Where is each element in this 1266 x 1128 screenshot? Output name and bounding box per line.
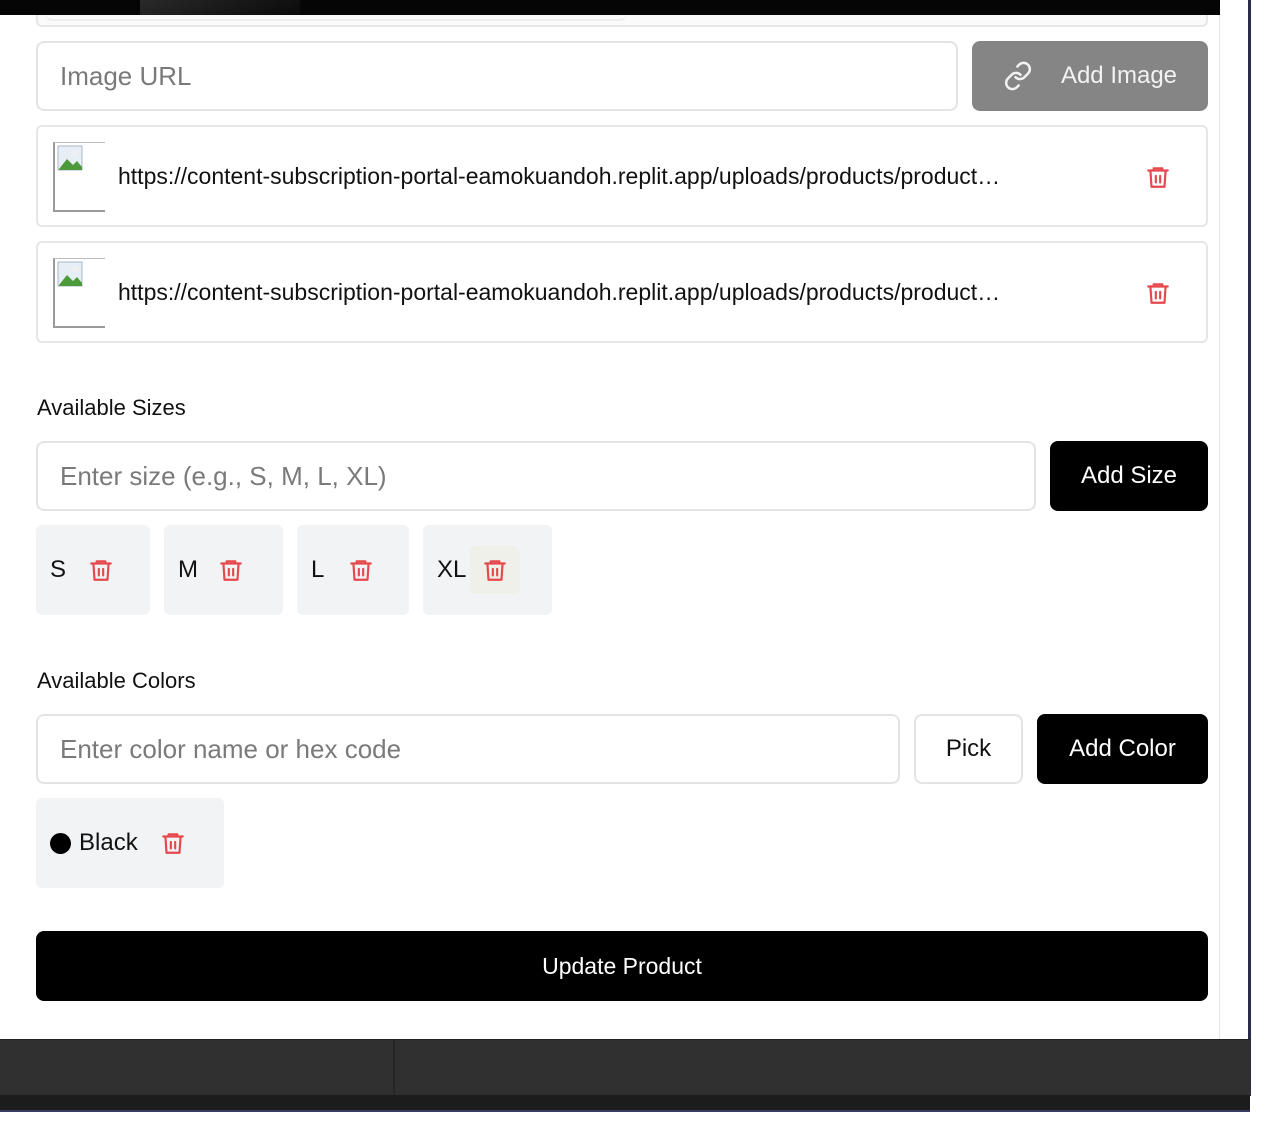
trash-icon <box>350 560 373 581</box>
delete-image-button[interactable] <box>1145 163 1171 191</box>
color-swatch <box>50 832 71 854</box>
trash-icon <box>1147 283 1169 304</box>
add-color-button[interactable]: Add Color <box>1037 714 1208 784</box>
broken-image-icon <box>53 258 105 328</box>
size-chip: M <box>164 525 283 615</box>
delete-size-button[interactable] <box>218 556 244 584</box>
sizes-section-label: Available Sizes <box>37 395 186 420</box>
bottom-toolbar <box>0 1039 1250 1096</box>
top-window-bar <box>0 0 1250 15</box>
add-image-button[interactable]: Add Image <box>972 41 1208 111</box>
delete-image-button[interactable] <box>1145 279 1171 307</box>
update-product-button[interactable]: Update Product <box>36 931 1208 1001</box>
size-chip: XL <box>423 525 552 615</box>
link-icon <box>1004 61 1031 91</box>
size-chip-label: M <box>178 556 198 583</box>
decorative-shape <box>140 0 300 15</box>
image-list-item: https://content-subscription-portal-eamo… <box>36 241 1208 343</box>
color-input[interactable] <box>36 714 900 784</box>
add-image-label: Add Image <box>1060 62 1178 89</box>
trash-icon <box>161 833 184 854</box>
image-url-input[interactable] <box>36 41 958 111</box>
pick-color-button[interactable]: Pick <box>914 714 1023 784</box>
window-frame <box>1220 0 1266 1128</box>
previous-field-edge <box>36 15 1208 27</box>
add-size-button[interactable]: Add Size <box>1050 441 1208 511</box>
delete-size-button[interactable] <box>88 556 114 584</box>
size-chip: S <box>36 525 150 615</box>
delete-size-button[interactable] <box>348 556 374 584</box>
delete-color-button[interactable] <box>160 829 186 857</box>
color-chip-label: Black <box>79 829 138 856</box>
image-url-text: https://content-subscription-portal-eamo… <box>118 163 1001 189</box>
trash-icon <box>484 560 507 581</box>
colors-section-label: Available Colors <box>37 668 196 693</box>
size-chip-label: L <box>311 556 325 583</box>
trash-icon <box>220 560 242 581</box>
size-chip: L <box>297 525 409 615</box>
delete-size-button[interactable] <box>470 546 521 594</box>
size-chip-label: S <box>50 556 67 583</box>
color-chip: Black <box>36 798 224 888</box>
trash-icon <box>90 560 112 581</box>
size-chip-label: XL <box>437 556 467 583</box>
size-input[interactable] <box>36 441 1036 511</box>
window-bottom-edge <box>0 1095 1250 1112</box>
trash-icon <box>1147 167 1169 188</box>
image-url-text: https://content-subscription-portal-eamo… <box>118 279 1001 305</box>
broken-image-icon <box>53 142 105 212</box>
image-list-item: https://content-subscription-portal-eamo… <box>36 125 1208 227</box>
